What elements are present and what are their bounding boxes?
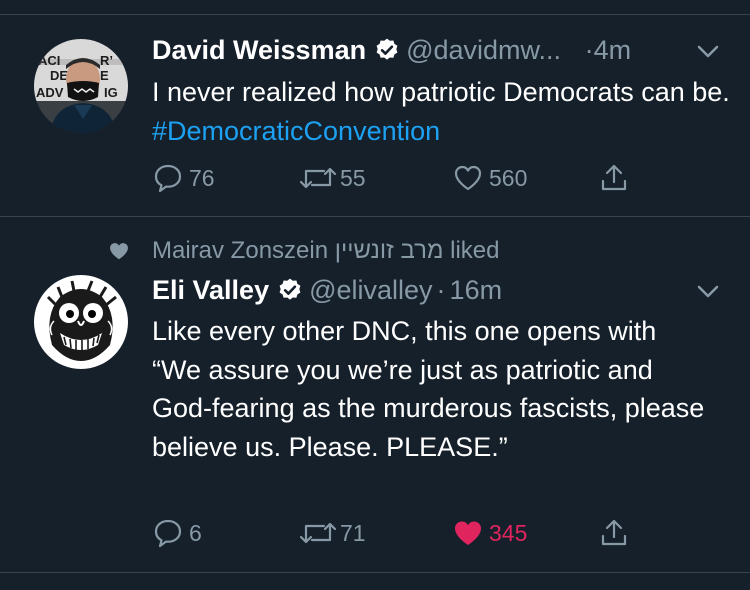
reply-icon bbox=[152, 517, 184, 549]
like-icon bbox=[452, 162, 484, 194]
author-handle[interactable]: @elivalley bbox=[309, 275, 432, 305]
retweet-icon bbox=[298, 162, 338, 194]
author-handle[interactable]: @davidmw... bbox=[406, 35, 561, 65]
tweet-timestamp[interactable]: 4m bbox=[594, 35, 632, 65]
tweet-header: Eli Valley @elivalley · 16m bbox=[152, 273, 502, 311]
verified-badge-icon bbox=[277, 277, 303, 311]
retweet-button[interactable]: 55 bbox=[298, 162, 366, 194]
svg-text:E: E bbox=[100, 68, 109, 83]
tweet-text: I never realized how patriotic Democrats… bbox=[152, 73, 732, 150]
retweet-button[interactable]: 71 bbox=[298, 517, 366, 549]
svg-text:R’: R’ bbox=[100, 53, 113, 68]
svg-text:ACI: ACI bbox=[38, 53, 60, 68]
reply-button[interactable]: 6 bbox=[152, 517, 202, 549]
retweet-count: 55 bbox=[340, 164, 366, 191]
verified-badge-icon bbox=[374, 37, 400, 71]
svg-text:IG: IG bbox=[104, 85, 118, 100]
reply-icon bbox=[152, 162, 184, 194]
author-name[interactable]: Eli Valley bbox=[152, 275, 269, 305]
share-icon bbox=[598, 162, 630, 194]
retweet-icon bbox=[298, 517, 338, 549]
avatar-eli-valley[interactable] bbox=[34, 275, 128, 369]
hashtag-link[interactable]: #DemocraticConvention bbox=[152, 116, 440, 146]
tweet-eli-valley[interactable]: Mairav Zonszein מרב זונשיין liked Eli Va… bbox=[0, 217, 750, 572]
tweet-timestamp[interactable]: 16m bbox=[450, 275, 503, 305]
tweet-david-weissman[interactable]: ACI R’ DE E ADV IG David Weissman @davidm… bbox=[0, 15, 750, 215]
bottom-divider bbox=[0, 572, 750, 573]
tweet-actions: 76 55 560 bbox=[0, 162, 750, 202]
share-button[interactable] bbox=[598, 162, 630, 194]
share-button[interactable] bbox=[598, 517, 630, 549]
reply-count: 6 bbox=[189, 519, 202, 546]
separator-dot: · bbox=[436, 275, 446, 305]
chevron-down-icon[interactable] bbox=[694, 37, 722, 65]
tweet-text-plain: I never realized how patriotic Democrats… bbox=[152, 77, 730, 107]
reply-count: 76 bbox=[189, 164, 215, 191]
chevron-down-icon[interactable] bbox=[694, 277, 722, 305]
tweet-actions: 6 71 345 bbox=[0, 517, 750, 557]
like-icon bbox=[452, 517, 484, 549]
like-button[interactable]: 560 bbox=[452, 162, 527, 194]
social-context-text[interactable]: Mairav Zonszein מרב זונשיין liked bbox=[152, 237, 499, 265]
svg-text:ADV: ADV bbox=[36, 85, 64, 100]
svg-text:DE: DE bbox=[50, 68, 68, 83]
liked-heart-icon bbox=[110, 243, 128, 260]
reply-button[interactable]: 76 bbox=[152, 162, 215, 194]
social-context: Mairav Zonszein מרב זונשיין liked bbox=[108, 237, 499, 265]
author-name[interactable]: David Weissman bbox=[152, 35, 366, 65]
tweet-header: David Weissman @davidmw... ·4m bbox=[152, 33, 631, 71]
separator-dot: · bbox=[584, 35, 594, 65]
avatar-david-weissman[interactable]: ACI R’ DE E ADV IG bbox=[34, 39, 128, 133]
like-count: 560 bbox=[489, 164, 528, 191]
tweet-text: Like every other DNC, this one opens wit… bbox=[152, 316, 705, 462]
retweet-count: 71 bbox=[340, 519, 366, 546]
like-count: 345 bbox=[489, 519, 528, 546]
like-button[interactable]: 345 bbox=[452, 517, 527, 549]
share-icon bbox=[598, 517, 630, 549]
